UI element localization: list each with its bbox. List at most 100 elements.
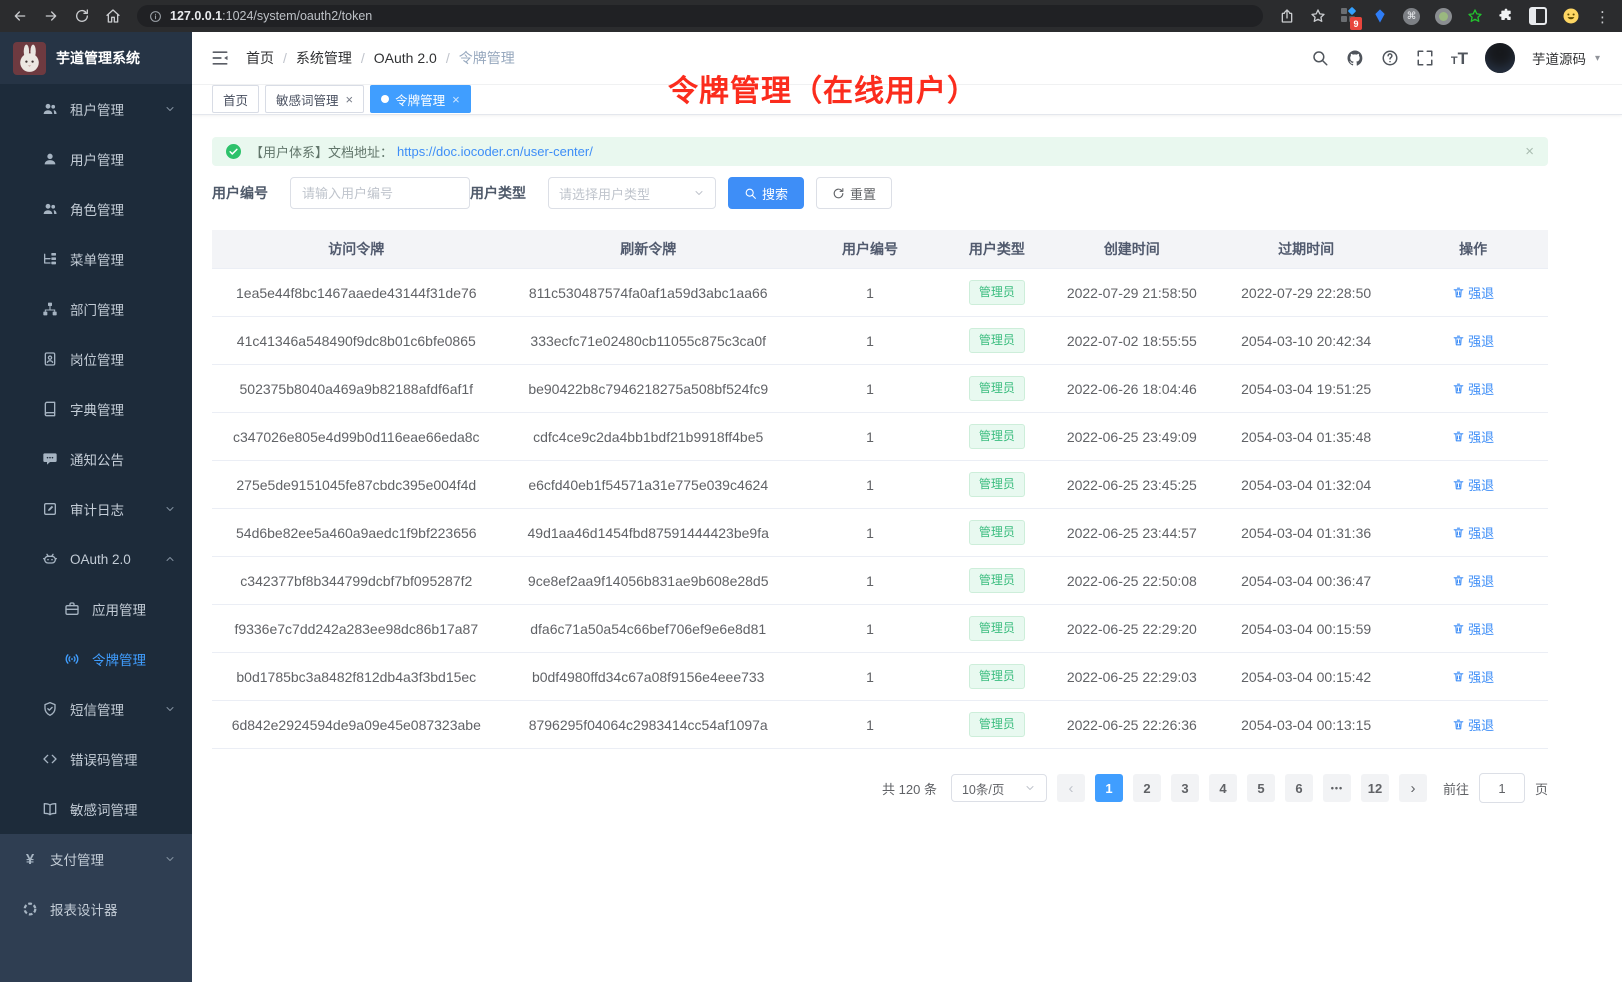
cell-expire-time: 2054-03-10 20:42:34	[1214, 317, 1398, 365]
sidebar-item-oauth2-token[interactable]: 令牌管理	[0, 634, 192, 684]
extension-star-icon[interactable]	[1467, 8, 1483, 24]
pagination-page-5[interactable]: 5	[1247, 774, 1275, 802]
kick-out-button[interactable]: 强退	[1452, 379, 1494, 398]
extension-record-icon[interactable]	[1435, 8, 1452, 25]
kick-out-button[interactable]: 强退	[1452, 715, 1494, 734]
caret-down-icon[interactable]: ▾	[1595, 53, 1600, 64]
bookmark-star-icon[interactable]	[1310, 8, 1326, 24]
cell-create-time: 2022-06-25 23:44:57	[1050, 509, 1214, 557]
chevron-down-icon	[164, 703, 176, 715]
next-page-button[interactable]: ›	[1399, 774, 1427, 802]
extensions-puzzle-icon[interactable]	[1498, 8, 1514, 24]
tab-label: 令牌管理	[395, 90, 445, 109]
trash-icon	[1452, 334, 1465, 347]
goto-page-input[interactable]	[1479, 773, 1525, 803]
tab-home[interactable]: 首页	[212, 85, 259, 113]
reset-button[interactable]: 重置	[816, 177, 892, 209]
column-header-expire-time: 过期时间	[1214, 230, 1398, 269]
page-suffix: 页	[1535, 779, 1548, 798]
sidebar-item-label: 租户管理	[70, 99, 124, 119]
sidebar-item-user[interactable]: 用户管理	[0, 134, 192, 184]
extension-grid-icon[interactable]: 9	[1341, 8, 1357, 24]
kick-out-button[interactable]: 强退	[1452, 667, 1494, 686]
extension-gem-icon[interactable]	[1372, 8, 1388, 24]
kick-out-button[interactable]: 强退	[1452, 571, 1494, 590]
pagination-page-2[interactable]: 2	[1133, 774, 1161, 802]
extension-command-icon[interactable]: ⌘	[1403, 8, 1420, 25]
sidebar-item-role[interactable]: 角色管理	[0, 184, 192, 234]
font-size-icon[interactable]: TT	[1451, 49, 1468, 67]
sidebar-item-tenant[interactable]: 租户管理	[0, 84, 192, 134]
user-id-input[interactable]	[290, 177, 470, 209]
profile-avatar-icon[interactable]	[1562, 7, 1580, 25]
sidebar-item-oauth2[interactable]: OAuth 2.0	[0, 534, 192, 584]
cell-expire-time: 2054-03-04 00:13:15	[1214, 701, 1398, 749]
sidebar-toggle-icon[interactable]	[210, 48, 230, 68]
tab-sensitive-word[interactable]: 敏感词管理×	[265, 85, 364, 113]
user-type-select[interactable]: 请选择用户类型	[548, 177, 716, 209]
pagination-page-6[interactable]: 6	[1285, 774, 1313, 802]
tab-token[interactable]: 令牌管理 ×	[370, 85, 471, 113]
sidebar-item-post[interactable]: 岗位管理	[0, 334, 192, 384]
forward-icon[interactable]	[43, 8, 59, 24]
help-icon[interactable]	[1381, 49, 1399, 67]
kick-out-button[interactable]: 强退	[1452, 475, 1494, 494]
browser-menu-icon[interactable]: ⋮	[1595, 8, 1610, 24]
users-icon	[42, 101, 58, 117]
sidebar-item-sms[interactable]: 短信管理	[0, 684, 192, 734]
prev-page-button[interactable]: ‹	[1057, 774, 1085, 802]
breadcrumb-item[interactable]: 系统管理	[296, 48, 352, 68]
cell-user-id: 1	[796, 557, 944, 605]
doc-link[interactable]: https://doc.iocoder.cn/user-center/	[397, 144, 593, 159]
share-icon[interactable]	[1279, 8, 1295, 24]
sidebar-item-report-designer[interactable]: 报表设计器	[0, 884, 192, 934]
sidebar-item-label: 审计日志	[70, 499, 124, 519]
kick-out-button[interactable]: 强退	[1452, 283, 1494, 302]
fullscreen-icon[interactable]	[1416, 49, 1434, 67]
sidebar-item-notice[interactable]: 通知公告	[0, 434, 192, 484]
sidebar-item-dict[interactable]: 字典管理	[0, 384, 192, 434]
cell-refresh-token: b0df4980ffd34c67a08f9156e4eee733	[501, 653, 796, 701]
reload-icon[interactable]	[74, 8, 90, 24]
cell-refresh-token: dfa6c71a50a54c66bef706ef9e6e8d81	[501, 605, 796, 653]
pagination-ellipsis[interactable]: •••	[1323, 774, 1351, 802]
cell-expire-time: 2054-03-04 00:15:59	[1214, 605, 1398, 653]
pagination-page-12[interactable]: 12	[1361, 774, 1389, 802]
breadcrumb-item[interactable]: OAuth 2.0	[374, 50, 437, 66]
page-size-select[interactable]: 10条/页	[951, 774, 1047, 802]
sidebar-item-audit-log[interactable]: 审计日志	[0, 484, 192, 534]
sidebar-item-oauth2-app[interactable]: 应用管理	[0, 584, 192, 634]
user-name[interactable]: 芋道源码	[1532, 48, 1586, 68]
pagination-page-4[interactable]: 4	[1209, 774, 1237, 802]
breadcrumb-item[interactable]: 首页	[246, 48, 274, 68]
kick-out-button[interactable]: 强退	[1452, 427, 1494, 446]
sidebar-item-pay[interactable]: ¥支付管理	[0, 834, 192, 884]
sidebar-item-label: 应用管理	[92, 599, 146, 619]
sidebar-item-menu[interactable]: 菜单管理	[0, 234, 192, 284]
sidebar-item-dept[interactable]: 部门管理	[0, 284, 192, 334]
github-icon[interactable]	[1346, 49, 1364, 67]
close-icon[interactable]: ×	[346, 93, 354, 106]
kick-out-button[interactable]: 强退	[1452, 523, 1494, 542]
home-icon[interactable]	[105, 8, 121, 24]
kick-out-button[interactable]: 强退	[1452, 331, 1494, 350]
cell-actions: 强退	[1398, 365, 1548, 413]
extension-sidepanel-icon[interactable]	[1529, 7, 1547, 25]
back-icon[interactable]	[12, 8, 28, 24]
site-info-icon[interactable]	[149, 10, 162, 23]
search-icon[interactable]	[1311, 49, 1329, 67]
signal-icon	[64, 651, 80, 667]
search-button[interactable]: 搜索	[728, 177, 804, 209]
breadcrumb-separator: /	[283, 50, 287, 66]
kick-out-button[interactable]: 强退	[1452, 619, 1494, 638]
sidebar-item-sensitive-word[interactable]: 敏感词管理	[0, 784, 192, 834]
pagination-page-1[interactable]: 1	[1095, 774, 1123, 802]
pagination-page-3[interactable]: 3	[1171, 774, 1199, 802]
sidebar-item-error-code[interactable]: 错误码管理	[0, 734, 192, 784]
code-icon	[42, 751, 58, 767]
alert-close-icon[interactable]: ×	[1525, 144, 1534, 159]
user-avatar[interactable]	[1485, 43, 1515, 73]
trash-icon	[1452, 574, 1465, 587]
address-bar[interactable]: 127.0.0.1:1024/system/oauth2/token	[137, 5, 1263, 27]
close-icon[interactable]: ×	[452, 93, 460, 106]
